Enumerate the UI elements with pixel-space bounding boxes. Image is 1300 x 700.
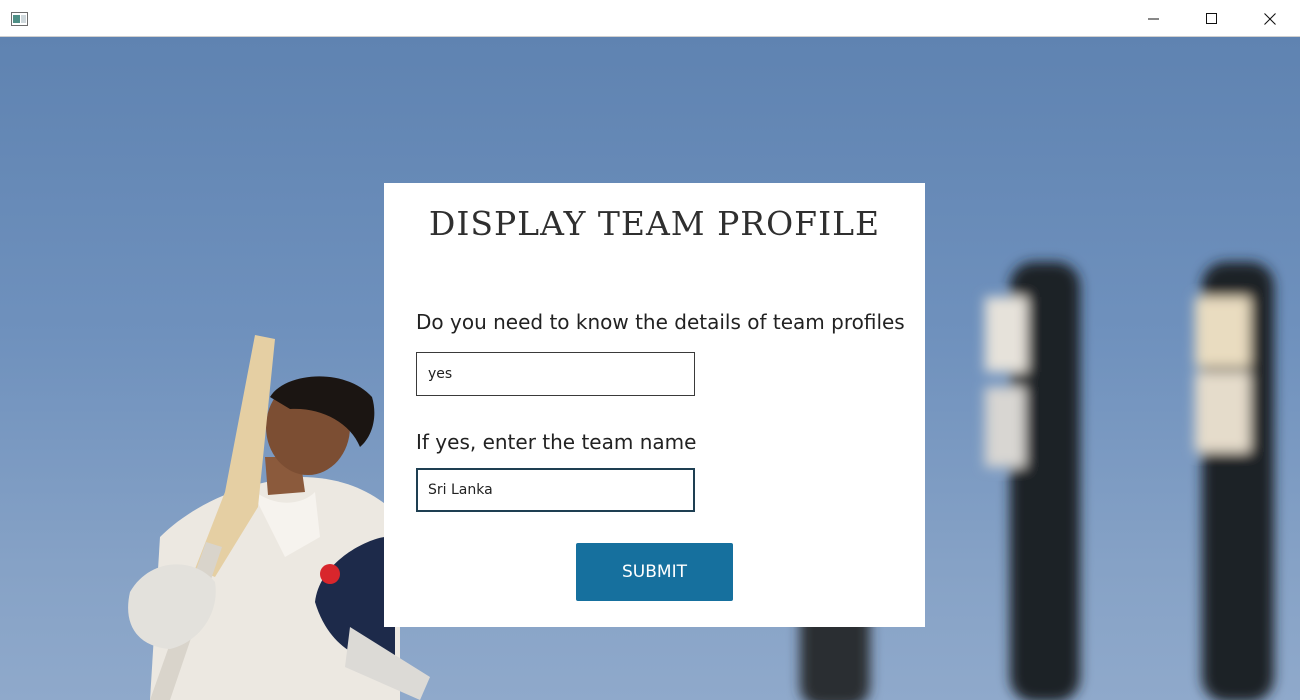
minimize-icon [1148,18,1159,19]
window-titlebar [0,0,1300,37]
question-input-value: yes [428,366,453,382]
team-name-input[interactable]: Sri Lanka [416,468,695,512]
submit-button-label: SUBMIT [622,562,687,582]
question-label: Do you need to know the details of team … [416,310,905,334]
close-icon [1264,12,1276,25]
maximize-button[interactable] [1183,0,1241,37]
maximize-icon [1206,12,1217,24]
page-title: DISPLAY TEAM PROFILE [428,204,881,243]
minimize-button[interactable] [1125,0,1183,37]
close-button[interactable] [1241,0,1299,37]
submit-button[interactable]: SUBMIT [576,543,733,601]
team-name-input-value: Sri Lanka [428,482,493,498]
app-icon [11,11,28,26]
question-input[interactable]: yes [416,352,695,396]
team-name-label: If yes, enter the team name [416,430,697,454]
